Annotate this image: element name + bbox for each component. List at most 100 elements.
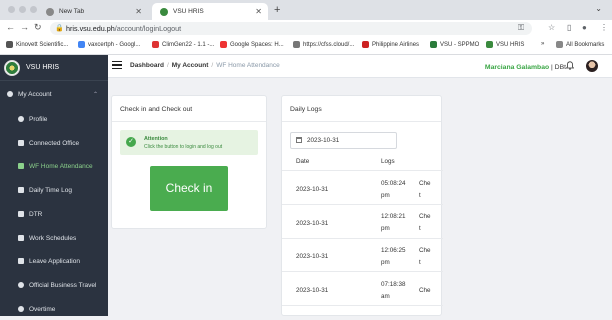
forward-icon[interactable]: → (20, 22, 29, 32)
breadcrumb-current: WF Home Attendance (216, 62, 280, 69)
divider (282, 170, 443, 171)
row-ampm: am (381, 293, 390, 300)
sidebar-brand[interactable]: VSU HRIS (0, 55, 108, 81)
bookmark-item[interactable]: https://cfss.cloud/... (293, 41, 354, 48)
bookmark-item[interactable]: Kinovett Scientific... (6, 41, 68, 48)
bookmark-item[interactable]: Philippine Airlines (362, 41, 419, 48)
brand-title: VSU HRIS (26, 64, 60, 71)
breadcrumb-my-account[interactable]: My Account (172, 62, 209, 69)
sidebar-section-my-account[interactable]: My Account ⌃ (0, 83, 108, 105)
profile-icon[interactable]: ● (582, 23, 587, 32)
sidebar-item-overtime[interactable]: Overtime (0, 298, 108, 320)
avatar[interactable] (586, 60, 598, 72)
travel-icon (18, 282, 24, 288)
chrome-icon (46, 7, 54, 16)
vsu-logo (4, 59, 20, 76)
calendar-icon (296, 137, 302, 143)
date-input[interactable]: 2023-10-31 (290, 132, 397, 149)
grid-icon (18, 211, 24, 217)
card-title: Check in and Check out (120, 106, 193, 113)
browser-toolbar: ← → ↻ 🔒 hris.vsu.edu.ph/account/loginLog… (0, 20, 612, 37)
breadcrumb-dashboard[interactable]: Dashboard (130, 62, 164, 69)
divider (282, 121, 441, 122)
row-extra: Che (419, 247, 431, 254)
tab-new-tab[interactable]: New Tab ✕ (38, 3, 148, 20)
sidebar-item-work-schedules[interactable]: Work Schedules (0, 227, 108, 249)
url-path: /account/loginLogout (114, 24, 182, 33)
tab-title: New Tab (59, 8, 85, 15)
reload-icon[interactable]: ↻ (34, 22, 42, 33)
row-date: 2023-10-31 (296, 186, 329, 193)
close-icon[interactable]: ✕ (135, 7, 142, 16)
sidepanel-icon[interactable]: ▯ (567, 23, 571, 32)
divider (282, 271, 443, 272)
building-icon (18, 140, 24, 146)
all-bookmarks[interactable]: All Bookmarks (556, 41, 604, 48)
bookmark-item[interactable]: Google Spaces: H... (220, 41, 284, 48)
star-icon[interactable]: ☆ (548, 23, 555, 32)
row-ampm: pm (381, 192, 390, 199)
new-tab-button[interactable]: + (274, 4, 280, 16)
attention-alert: ✓ Attention Click the button to login an… (120, 130, 258, 155)
chevron-down-icon[interactable]: ⌄ (595, 4, 602, 13)
bookmark-item[interactable]: vaxcertph - Googl... (78, 41, 140, 48)
row-extra2: t (419, 192, 421, 199)
back-icon[interactable]: ← (6, 22, 15, 32)
daily-logs-card: Daily Logs 2023-10-31 Date Logs 2023-10-… (281, 95, 443, 316)
bell-icon[interactable] (566, 61, 574, 70)
key-icon[interactable]: ⚿ (518, 23, 524, 33)
person-icon (18, 116, 24, 122)
card-title: Daily Logs (290, 106, 322, 113)
tab-vsu-hris[interactable]: VSU HRIS ✕ (152, 3, 268, 20)
lock-icon: 🔒 (55, 25, 64, 32)
user-name: Marciana Galambao (484, 64, 550, 71)
home-icon (18, 163, 24, 169)
sidebar-item-profile[interactable]: Profile (0, 108, 108, 130)
vsu-logo-icon (160, 7, 168, 16)
clock-icon (18, 306, 24, 312)
sidebar-item-leave-application[interactable]: Leave Application (0, 250, 108, 272)
sidebar-item-official-business-travel[interactable]: Official Business Travel (0, 274, 108, 296)
row-time: 05:08:24 (381, 180, 406, 187)
address-bar[interactable]: 🔒 hris.vsu.edu.ph/account/loginLogout (50, 22, 532, 35)
tab-strip: New Tab ✕ VSU HRIS ✕ + ⌄ (0, 0, 612, 20)
row-extra2: t (419, 225, 421, 232)
monitor-icon (18, 187, 24, 193)
chevron-up-icon: ⌃ (92, 91, 98, 98)
date-value: 2023-10-31 (307, 137, 340, 144)
bookmark-item[interactable]: ClimGen22 - 1.1 -... (152, 41, 214, 48)
divider (112, 121, 266, 122)
row-extra: Che (419, 180, 431, 187)
user-suffix: | DBt (551, 64, 566, 71)
calendar-icon (18, 235, 24, 241)
sidebar-item-dtr[interactable]: DTR (0, 203, 108, 225)
menu-icon[interactable] (112, 61, 122, 69)
user-menu[interactable]: Marciana Galambao | DBt (485, 64, 566, 71)
bookmark-item[interactable]: VSU - SPPMO (430, 41, 479, 48)
row-extra2: t (419, 259, 421, 266)
row-extra: Che (419, 213, 431, 220)
sidebar: VSU HRIS My Account ⌃ Profile Connected … (0, 55, 108, 316)
close-icon[interactable]: ✕ (255, 7, 262, 16)
window-controls[interactable] (8, 6, 37, 13)
row-date: 2023-10-31 (296, 253, 329, 260)
divider (282, 238, 443, 239)
row-ampm: pm (381, 225, 390, 232)
row-time: 12:08:21 (381, 213, 406, 220)
divider (282, 204, 443, 205)
row-date: 2023-10-31 (296, 287, 329, 294)
divider (282, 305, 443, 306)
check-in-button[interactable]: Check in (150, 166, 228, 211)
check-circle-icon: ✓ (126, 137, 136, 147)
url-host: hris.vsu.edu.ph (66, 24, 115, 33)
bookmark-item[interactable]: VSU HRIS (486, 41, 524, 48)
more-icon[interactable]: ⋮ (600, 23, 608, 32)
tab-title: VSU HRIS (173, 8, 204, 15)
app-header: Dashboard / My Account / WF Home Attendance … (108, 55, 612, 78)
row-time: 07:18:38 (381, 281, 406, 288)
sidebar-item-daily-time-log[interactable]: Daily Time Log (0, 179, 108, 201)
sidebar-item-wf-home-attendance[interactable]: WF Home Attendance (0, 155, 108, 177)
column-header-logs: Logs (381, 158, 395, 165)
sidebar-item-connected-office[interactable]: Connected Office (0, 132, 108, 154)
bookmarks-overflow[interactable]: » (541, 41, 544, 47)
